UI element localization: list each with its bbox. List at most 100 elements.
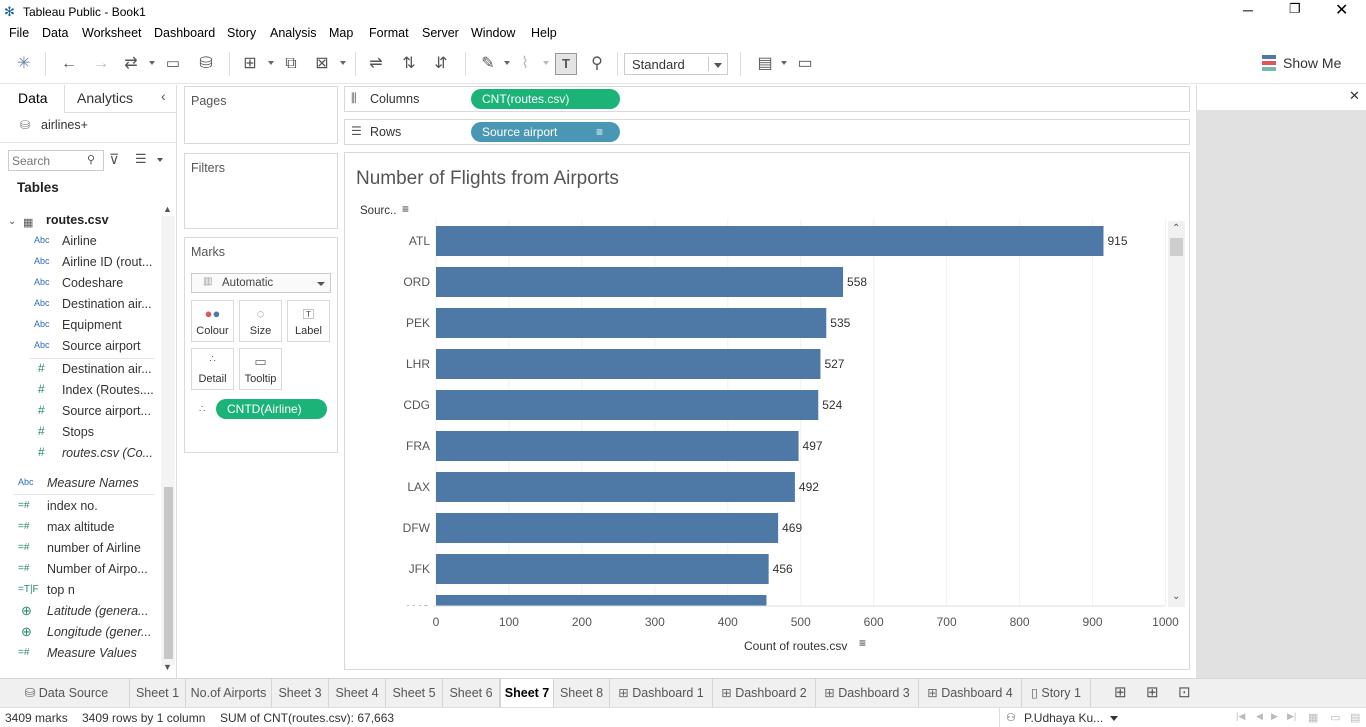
tab-dashboard-3[interactable]: ⊞ Dashboard 3 <box>816 679 919 707</box>
tables-scroll-down-icon[interactable]: ▼ <box>163 662 172 672</box>
sort-descending-icon[interactable]: ⇵ <box>430 53 452 75</box>
bar[interactable] <box>436 554 769 584</box>
tab-sheet-3[interactable]: Sheet 3 <box>272 679 329 707</box>
collapse-table-icon[interactable]: ⌄ <box>8 216 16 227</box>
tab-sheet-6[interactable]: Sheet 6 <box>443 679 500 707</box>
field-item[interactable]: # Stops <box>0 423 160 443</box>
datasource-name[interactable]: airlines+ <box>41 118 88 132</box>
tab-sheet-7[interactable]: Sheet 7 <box>500 679 554 707</box>
close-pane-icon[interactable]: ✕ <box>1349 88 1360 104</box>
menu-format[interactable]: Format <box>369 26 409 40</box>
pages-card[interactable]: Pages <box>184 86 338 144</box>
measure-names-field[interactable]: Abc Measure Names <box>0 474 160 494</box>
tables-scroll-up-icon[interactable]: ▲ <box>163 204 172 214</box>
field-item[interactable]: # Index (Routes.... <box>0 381 160 401</box>
replay-icon[interactable]: ⇄ <box>120 53 142 75</box>
user-name[interactable]: P.Udhaya Ku... <box>1024 711 1103 725</box>
field-item[interactable]: Abc Codeshare <box>0 274 160 294</box>
last-sheet-icon[interactable]: ▶| <box>1287 711 1296 722</box>
size-button[interactable]: ◌ Size <box>239 300 282 342</box>
group-members-icon[interactable]: ⌇ <box>514 53 536 75</box>
measure-item[interactable]: =# Number of Airpo... <box>0 560 160 580</box>
tooltip-button[interactable]: ▭ Tooltip <box>239 348 282 390</box>
measure-item[interactable]: ⊕ Latitude (genera... <box>0 602 160 622</box>
highlight-icon[interactable]: ✎ <box>477 53 499 75</box>
measure-item[interactable]: =# max altitude <box>0 518 160 538</box>
new-story-tab-icon[interactable]: ⊡ <box>1178 683 1191 701</box>
sheet-sorter-icon[interactable]: ▦ <box>1308 711 1318 724</box>
field-item[interactable]: Abc Airline <box>0 232 160 252</box>
menu-map[interactable]: Map <box>329 26 353 40</box>
menu-dashboard[interactable]: Dashboard <box>154 26 215 40</box>
bar[interactable] <box>436 390 819 420</box>
menu-file[interactable]: File <box>9 26 29 40</box>
bar[interactable] <box>436 431 799 461</box>
tableau-home-icon[interactable]: ✳ <box>13 53 35 75</box>
columns-pill[interactable]: CNT(routes.csv) <box>471 89 620 109</box>
fit-dropdown[interactable]: Standard <box>624 53 728 75</box>
presentation-mode-icon[interactable]: ▭ <box>794 53 816 75</box>
save-icon[interactable]: ▭ <box>162 53 184 75</box>
tab-sheet-1[interactable]: Sheet 1 <box>130 679 186 707</box>
new-datasource-icon[interactable]: ⛁ <box>195 53 217 75</box>
menu-server[interactable]: Server <box>422 26 459 40</box>
undo-icon[interactable]: ← <box>58 53 80 75</box>
first-sheet-icon[interactable]: |◀ <box>1236 711 1245 722</box>
measure-item[interactable]: =# number of Airline <box>0 539 160 559</box>
next-sheet-icon[interactable]: ▶ <box>1271 711 1278 722</box>
colour-button[interactable]: ●● Colour <box>191 300 234 342</box>
tabs-view-icon[interactable]: ▤ <box>1350 711 1360 724</box>
minimize-button[interactable]: ─ <box>1243 2 1253 18</box>
view-options-icon[interactable]: ☰ <box>135 151 147 167</box>
chart-scroll-down-icon[interactable]: ⌄ <box>1172 591 1180 602</box>
restore-button[interactable]: ❐ <box>1289 1 1301 17</box>
field-item[interactable]: Abc Destination air... <box>0 295 160 315</box>
pin-axes-icon[interactable]: ⚲ <box>586 53 608 75</box>
tab-analytics[interactable]: Analytics <box>77 90 133 106</box>
menu-worksheet[interactable]: Worksheet <box>82 26 142 40</box>
search-box[interactable]: ⚲ <box>8 150 104 171</box>
measure-item[interactable]: =# Measure Values <box>0 644 160 664</box>
menu-window[interactable]: Window <box>471 26 515 40</box>
bar[interactable] <box>436 513 779 543</box>
tab-dashboard-1[interactable]: ⊞ Dashboard 1 <box>610 679 713 707</box>
bar[interactable] <box>436 226 1104 256</box>
bar[interactable] <box>436 349 821 379</box>
bar[interactable] <box>436 308 827 338</box>
mark-type-dropdown[interactable]: ▥ Automatic <box>191 273 331 293</box>
new-dashboard-tab-icon[interactable]: ⊞ <box>1146 683 1159 701</box>
tab-dashboard-4[interactable]: ⊞ Dashboard 4 <box>919 679 1022 707</box>
close-window-button[interactable]: ✕ <box>1335 0 1348 20</box>
menu-analysis[interactable]: Analysis <box>270 26 317 40</box>
filters-card[interactable]: Filters <box>184 153 338 229</box>
mark-pill-cntd-airline[interactable]: CNTD(Airline) <box>216 399 327 419</box>
measure-item[interactable]: =# index no. <box>0 497 160 517</box>
rows-pill[interactable]: Source airport ≡ <box>471 122 620 142</box>
field-item[interactable]: # Destination air... <box>0 360 160 380</box>
prev-sheet-icon[interactable]: ◀ <box>1256 711 1263 722</box>
label-button[interactable]: 🅃 Label <box>287 300 330 342</box>
tab-story-1[interactable]: ▯ Story 1 <box>1022 679 1091 707</box>
redo-icon[interactable]: → <box>90 53 112 75</box>
new-worksheet-icon[interactable]: ⊞ <box>239 53 261 75</box>
clear-sheet-icon[interactable]: ⊠ <box>311 53 333 75</box>
tab-sheet-8[interactable]: Sheet 8 <box>554 679 610 707</box>
show-me-button[interactable]: Show Me <box>1283 55 1341 71</box>
field-item[interactable]: Abc Equipment <box>0 316 160 336</box>
field-item[interactable]: # Source airport... <box>0 402 160 422</box>
view-options-caret[interactable] <box>157 158 163 162</box>
tab-data[interactable]: Data <box>18 90 48 106</box>
bar[interactable] <box>436 472 795 502</box>
tab-data-source[interactable]: ⛁ Data Source <box>4 679 130 707</box>
swap-rows-columns-icon[interactable]: ⇌ <box>365 53 387 75</box>
show-mark-labels-icon[interactable]: T <box>555 53 577 75</box>
filter-icon[interactable]: ⊽ <box>109 151 119 168</box>
tab-sheet-4[interactable]: Sheet 4 <box>329 679 386 707</box>
tab-sheet-5[interactable]: Sheet 5 <box>386 679 443 707</box>
duplicate-sheet-icon[interactable]: ⧉ <box>280 53 302 75</box>
menu-help[interactable]: Help <box>531 26 557 40</box>
sort-ascending-icon[interactable]: ⇅ <box>398 53 420 75</box>
bar[interactable] <box>436 267 844 297</box>
tab-no-of-airports[interactable]: No.of Airports <box>186 679 272 707</box>
menu-story[interactable]: Story <box>227 26 256 40</box>
